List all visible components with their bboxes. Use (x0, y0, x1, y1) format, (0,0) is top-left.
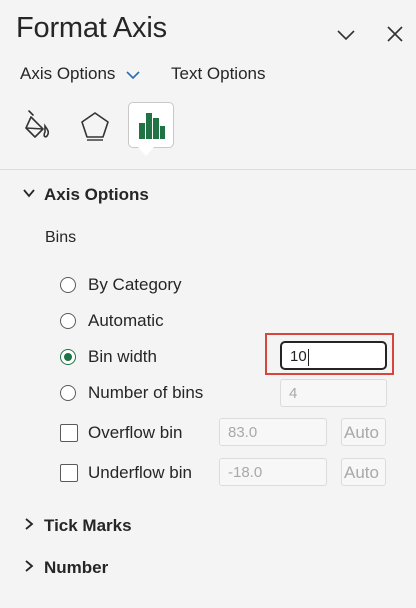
bin-width-value: 10 (290, 348, 307, 365)
underflow-bin-label: Underflow bin (88, 463, 192, 482)
number-of-bins-option[interactable]: Number of bins (60, 383, 203, 403)
number-of-bins-value: 4 (289, 385, 298, 402)
close-icon[interactable] (384, 23, 406, 45)
active-tab-pointer (138, 147, 154, 156)
underflow-bin-value: -18.0 (228, 464, 263, 481)
overflow-bin-checkbox[interactable] (60, 424, 78, 442)
overflow-auto-button[interactable]: Auto (341, 418, 386, 446)
section-axis-options-label: Axis Options (44, 185, 149, 204)
automatic-radio[interactable] (60, 313, 76, 329)
underflow-bin-input[interactable]: -18.0 (219, 458, 327, 486)
underflow-bin-checkbox[interactable] (60, 464, 78, 482)
underflow-auto-label: Auto (344, 463, 379, 482)
section-axis-options[interactable]: Axis Options (22, 185, 149, 205)
bin-width-radio[interactable] (60, 349, 76, 365)
bin-width-option[interactable]: Bin width (60, 347, 157, 367)
axis-options-bar-chart-icon[interactable] (128, 102, 174, 148)
underflow-auto-button[interactable]: Auto (341, 458, 386, 486)
bins-label: Bins (45, 229, 77, 246)
tab-axis-options[interactable]: Axis Options (20, 64, 140, 85)
by-category-label: By Category (88, 275, 182, 294)
chevron-down-icon (126, 65, 140, 85)
effects-pentagon-icon[interactable] (72, 102, 118, 148)
bin-width-input[interactable]: 10 (280, 341, 387, 370)
overflow-bin-value: 83.0 (228, 424, 258, 441)
automatic-label: Automatic (88, 311, 164, 330)
by-category-option[interactable]: By Category (60, 275, 182, 295)
automatic-option[interactable]: Automatic (60, 311, 164, 331)
tab-text-options[interactable]: Text Options (171, 64, 266, 84)
fill-line-icon[interactable] (16, 102, 62, 148)
divider (0, 169, 416, 170)
underflow-bin-option[interactable]: Underflow bin (60, 463, 192, 483)
chevron-right-icon (22, 516, 36, 536)
overflow-bin-input[interactable]: 83.0 (219, 418, 327, 446)
tab-axis-options-label: Axis Options (20, 64, 116, 83)
overflow-bin-label: Overflow bin (88, 423, 183, 442)
text-caret (307, 348, 309, 366)
section-number[interactable]: Number (22, 558, 108, 578)
overflow-auto-label: Auto (344, 423, 379, 442)
section-number-label: Number (44, 558, 109, 577)
number-of-bins-input[interactable]: 4 (280, 379, 387, 407)
overflow-bin-option[interactable]: Overflow bin (60, 423, 182, 443)
tab-text-options-label: Text Options (171, 64, 266, 83)
by-category-radio[interactable] (60, 277, 76, 293)
chevron-down-icon (22, 185, 36, 205)
number-of-bins-radio[interactable] (60, 385, 76, 401)
section-tick-marks[interactable]: Tick Marks (22, 516, 132, 536)
chevron-right-icon (22, 558, 36, 578)
chevron-down-icon[interactable] (335, 24, 357, 46)
bin-width-label: Bin width (88, 347, 157, 366)
pane-title: Format Axis (16, 12, 167, 44)
number-of-bins-label: Number of bins (88, 383, 204, 402)
section-tick-marks-label: Tick Marks (44, 516, 132, 535)
